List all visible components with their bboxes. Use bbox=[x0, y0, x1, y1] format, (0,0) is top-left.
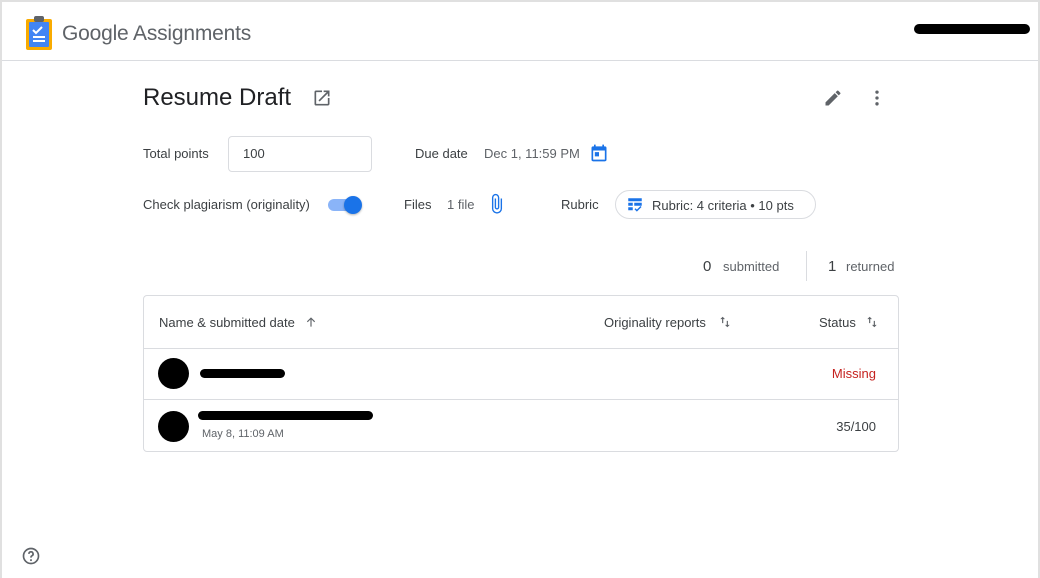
submitted-date: May 8, 11:09 AM bbox=[202, 428, 284, 440]
header-status[interactable]: Status bbox=[819, 315, 856, 330]
app-title: Google Assignments bbox=[62, 22, 251, 46]
product-name: Assignments bbox=[133, 22, 252, 45]
rubric-chip-text: Rubric: 4 criteria • 10 pts bbox=[652, 198, 794, 213]
status-missing: Missing bbox=[831, 366, 876, 381]
help-icon[interactable] bbox=[21, 546, 41, 571]
table-row[interactable]: Missing bbox=[144, 349, 898, 400]
sort-icon[interactable] bbox=[718, 315, 732, 334]
files-value[interactable]: 1 file bbox=[447, 197, 474, 212]
header-originality[interactable]: Originality reports bbox=[604, 315, 706, 330]
returned-count: 1 bbox=[828, 258, 837, 275]
submissions-table: Name & submitted date Originality report… bbox=[143, 295, 899, 452]
calendar-icon[interactable] bbox=[589, 143, 609, 168]
header-name[interactable]: Name & submitted date bbox=[159, 315, 295, 330]
rubric-chip[interactable]: Rubric: 4 criteria • 10 pts bbox=[615, 190, 816, 219]
plagiarism-label: Check plagiarism (originality) bbox=[143, 197, 310, 212]
brand-name: Google bbox=[62, 22, 129, 45]
avatar bbox=[158, 358, 189, 389]
sort-icon[interactable] bbox=[865, 315, 879, 334]
stats-divider bbox=[806, 251, 807, 281]
account-redacted[interactable] bbox=[914, 24, 1030, 34]
submitted-count: 0 bbox=[703, 258, 712, 275]
student-name-redacted bbox=[198, 411, 373, 420]
student-name-redacted bbox=[200, 369, 285, 378]
due-date-label: Due date bbox=[415, 146, 468, 161]
top-bar: Google Assignments bbox=[2, 2, 1038, 61]
rubric-label: Rubric bbox=[561, 197, 599, 212]
total-points-input[interactable]: 100 bbox=[228, 136, 372, 172]
submitted-label: submitted bbox=[723, 259, 780, 274]
due-date-value[interactable]: Dec 1, 11:59 PM bbox=[484, 146, 580, 161]
assignment-title: Resume Draft bbox=[143, 84, 292, 111]
table-header: Name & submitted date Originality report… bbox=[144, 296, 898, 349]
total-points-label: Total points bbox=[143, 146, 209, 161]
edit-icon[interactable] bbox=[823, 88, 843, 113]
arrow-up-icon[interactable] bbox=[304, 315, 318, 334]
files-label: Files bbox=[404, 197, 432, 212]
status-grade: 35/100 bbox=[836, 419, 876, 434]
returned-label: returned bbox=[846, 259, 895, 274]
open-in-new-icon[interactable] bbox=[312, 88, 332, 113]
toggle-knob bbox=[344, 196, 362, 214]
assignments-logo-icon bbox=[26, 16, 53, 55]
plagiarism-toggle[interactable] bbox=[328, 196, 362, 214]
avatar bbox=[158, 411, 189, 442]
more-vert-icon[interactable] bbox=[867, 88, 887, 113]
rubric-icon bbox=[626, 196, 644, 219]
attachment-icon[interactable] bbox=[489, 193, 505, 220]
table-row[interactable]: May 8, 11:09 AM 35/100 bbox=[144, 400, 898, 452]
